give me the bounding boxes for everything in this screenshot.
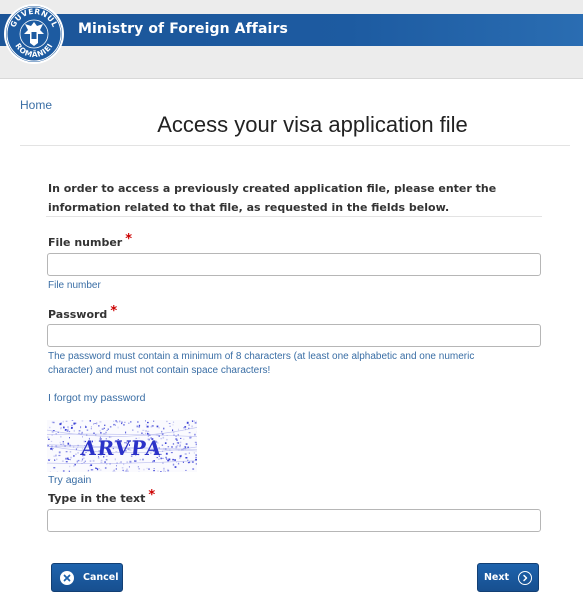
header-banner: Ministry of Foreign Affairs: [0, 14, 583, 46]
government-seal-logo[interactable]: GUVERNUL ROMÂNIEI: [3, 3, 65, 65]
file-number-help: File number: [48, 280, 101, 291]
password-label: Password *: [48, 304, 118, 321]
title-divider: [20, 145, 570, 146]
password-input[interactable]: [47, 324, 541, 347]
close-circle-icon: [60, 570, 74, 585]
next-button-label: Next: [483, 572, 510, 583]
forgot-password-link[interactable]: I forgot my password: [48, 392, 145, 404]
captcha-text: ARVPA: [79, 436, 164, 460]
required-asterisk: *: [125, 232, 133, 247]
file-number-input[interactable]: [47, 253, 541, 276]
captcha-input-label: Type in the text *: [48, 488, 156, 505]
header-bar: Ministry of Foreign Affairs GUVERNUL ROM…: [0, 0, 583, 79]
captcha-image: ARVPA: [47, 420, 197, 472]
site-title[interactable]: Ministry of Foreign Affairs: [78, 21, 288, 37]
password-help: The password must contain a minimum of 8…: [48, 351, 475, 376]
required-asterisk: *: [148, 488, 156, 503]
cancel-button-label: Cancel: [83, 572, 119, 583]
intro-text: In order to access a previously created …: [48, 182, 497, 214]
file-number-label: File number *: [48, 232, 133, 249]
chevron-right-circle-icon: [518, 570, 533, 585]
page-title: Access your visa application file: [157, 112, 468, 137]
next-button[interactable]: Next: [477, 563, 539, 592]
intro-divider: [46, 216, 542, 217]
captcha-try-again-link[interactable]: Try again: [48, 474, 91, 486]
captcha-input[interactable]: [47, 509, 541, 532]
cancel-button[interactable]: Cancel: [51, 563, 123, 592]
required-asterisk: *: [110, 304, 118, 319]
breadcrumb-home-link[interactable]: Home: [20, 98, 52, 112]
